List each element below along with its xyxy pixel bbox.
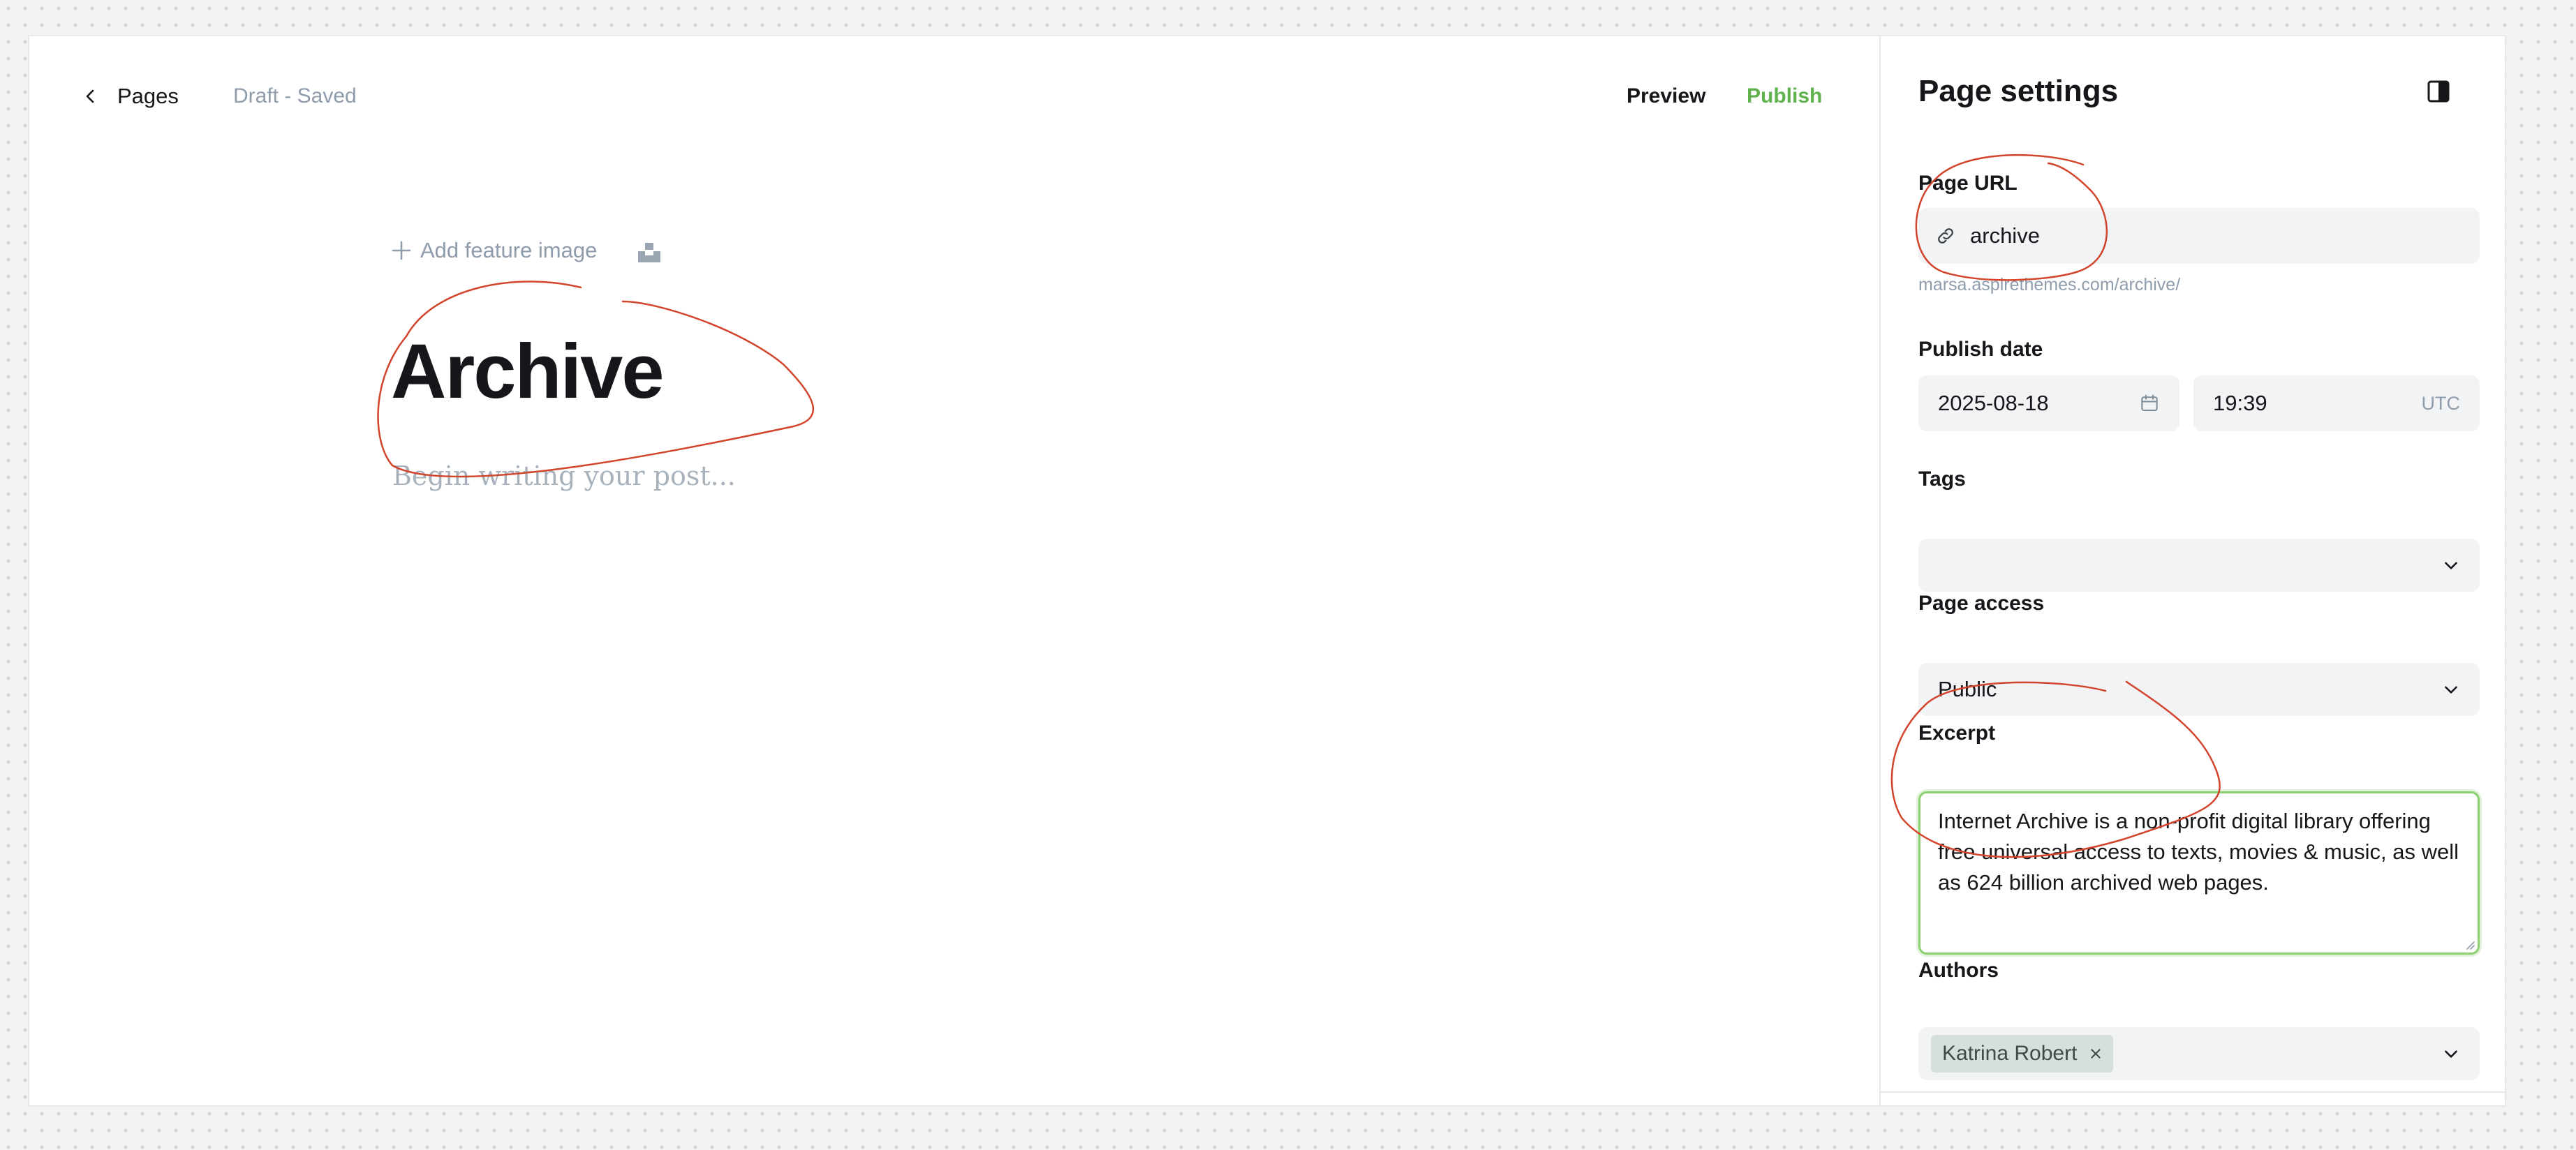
publish-date-label: Publish date: [1918, 338, 2043, 361]
link-icon: [1935, 225, 1956, 246]
editor-pane: Pages Draft - Saved Preview Publish Add …: [29, 36, 1879, 1105]
save-status: Draft - Saved: [233, 84, 357, 107]
sidebar-divider: [1881, 1091, 2505, 1093]
excerpt-textarea[interactable]: Internet Archive is a non-profit digital…: [1918, 791, 2480, 955]
author-chip: Katrina Robert: [1931, 1035, 2114, 1073]
sidebar-title: Page settings: [1918, 74, 2119, 108]
page-url-input[interactable]: archive: [1918, 208, 2480, 264]
unsplash-icon[interactable]: [638, 243, 660, 266]
authors-select[interactable]: Katrina Robert: [1918, 1027, 2480, 1080]
page-url-hint: marsa.aspirethemes.com/archive/: [1918, 275, 2181, 294]
publish-time-input[interactable]: 19:39 UTC: [2193, 375, 2480, 431]
post-title[interactable]: Archive: [391, 329, 665, 414]
sidebar-panel-icon[interactable]: [2427, 80, 2450, 107]
tags-select[interactable]: [1918, 539, 2480, 592]
calendar-icon: [2139, 393, 2160, 414]
plus-icon: [391, 240, 420, 261]
add-feature-image-button[interactable]: Add feature image: [391, 233, 597, 268]
authors-label: Authors: [1918, 959, 1999, 982]
publish-date-input[interactable]: 2025-08-18: [1918, 375, 2179, 431]
chevron-down-icon: [2442, 556, 2460, 574]
author-name: Katrina Robert: [1942, 1042, 2078, 1065]
page-access-label: Page access: [1918, 592, 2045, 615]
page-access-value: Public: [1938, 677, 1997, 701]
excerpt-value: Internet Archive is a non-profit digital…: [1938, 809, 2459, 895]
preview-button[interactable]: Preview: [1627, 77, 1705, 116]
chevron-down-icon: [2442, 1045, 2460, 1063]
timezone-label: UTC: [2421, 392, 2461, 414]
page-access-select[interactable]: Public: [1918, 663, 2480, 716]
publish-date-value: 2025-08-18: [1938, 391, 2049, 415]
page-url-value: archive: [1970, 223, 2040, 248]
page-settings-sidebar: Page settings Page URL archive marsa.asp…: [1879, 36, 2505, 1105]
resize-handle-icon[interactable]: [2464, 939, 2475, 950]
excerpt-label: Excerpt: [1918, 722, 1996, 745]
back-link-label: Pages: [117, 84, 179, 108]
add-feature-image-label: Add feature image: [420, 238, 598, 262]
close-icon[interactable]: [2089, 1047, 2102, 1060]
publish-time-value: 19:39: [2213, 391, 2267, 415]
post-body-placeholder[interactable]: Begin writing your post...: [392, 461, 736, 491]
page-url-label: Page URL: [1918, 172, 2018, 195]
editor-window: Pages Draft - Saved Preview Publish Add …: [28, 35, 2506, 1107]
chevron-left-icon: [82, 88, 99, 105]
chevron-down-icon: [2442, 680, 2460, 699]
tags-label: Tags: [1918, 468, 1966, 491]
back-to-pages-link[interactable]: Pages: [82, 77, 179, 116]
publish-button[interactable]: Publish: [1747, 77, 1822, 116]
